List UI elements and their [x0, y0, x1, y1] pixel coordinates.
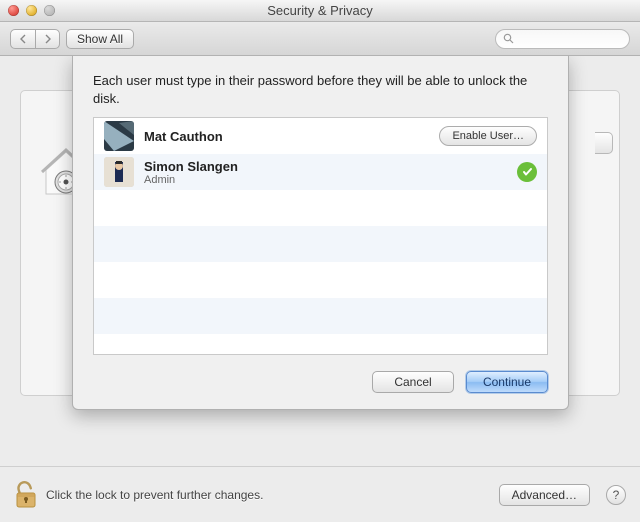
empty-row: [94, 262, 547, 298]
sheet-buttons: Cancel Continue: [93, 371, 548, 393]
back-button[interactable]: [11, 30, 35, 48]
lock-icon[interactable]: [14, 480, 38, 510]
window-controls: [0, 5, 55, 16]
search-field[interactable]: [495, 29, 630, 49]
user-name: Mat Cauthon: [144, 129, 429, 144]
filevault-users-sheet: Each user must type in their password be…: [72, 56, 569, 410]
empty-row: [94, 298, 547, 334]
search-input[interactable]: [518, 31, 618, 47]
avatar: [104, 121, 134, 151]
user-role: Admin: [144, 174, 507, 186]
enabled-check-icon: [517, 162, 537, 182]
background-button-fragment: [595, 132, 613, 154]
zoom-window-button[interactable]: [44, 5, 55, 16]
empty-row: [94, 190, 547, 226]
cancel-button[interactable]: Cancel: [372, 371, 454, 393]
user-row[interactable]: Simon Slangen Admin: [94, 154, 547, 190]
show-all-button[interactable]: Show All: [66, 29, 134, 49]
user-name: Simon Slangen: [144, 159, 507, 174]
close-window-button[interactable]: [8, 5, 19, 16]
preferences-window: Security & Privacy Show All: [0, 0, 640, 522]
forward-button[interactable]: [35, 30, 59, 48]
search-icon: [503, 33, 514, 44]
toolbar: Show All: [0, 22, 640, 56]
help-button[interactable]: ?: [606, 485, 626, 505]
user-table: Mat Cauthon Enable User… Simon Slangen A…: [93, 117, 548, 355]
advanced-button[interactable]: Advanced…: [499, 484, 590, 506]
chevron-left-icon: [19, 34, 27, 44]
window-title: Security & Privacy: [0, 3, 640, 18]
minimize-window-button[interactable]: [26, 5, 37, 16]
user-row[interactable]: Mat Cauthon Enable User…: [94, 118, 547, 154]
chevron-right-icon: [44, 34, 52, 44]
titlebar: Security & Privacy: [0, 0, 640, 22]
enable-user-button[interactable]: Enable User…: [439, 126, 537, 146]
footer: Click the lock to prevent further change…: [0, 466, 640, 522]
lock-text: Click the lock to prevent further change…: [46, 488, 491, 502]
empty-row: [94, 334, 547, 355]
empty-row: [94, 226, 547, 262]
sheet-message: Each user must type in their password be…: [93, 72, 548, 107]
content-area: Each user must type in their password be…: [0, 56, 640, 466]
avatar: [104, 157, 134, 187]
continue-button[interactable]: Continue: [466, 371, 548, 393]
nav-segment: [10, 29, 60, 49]
